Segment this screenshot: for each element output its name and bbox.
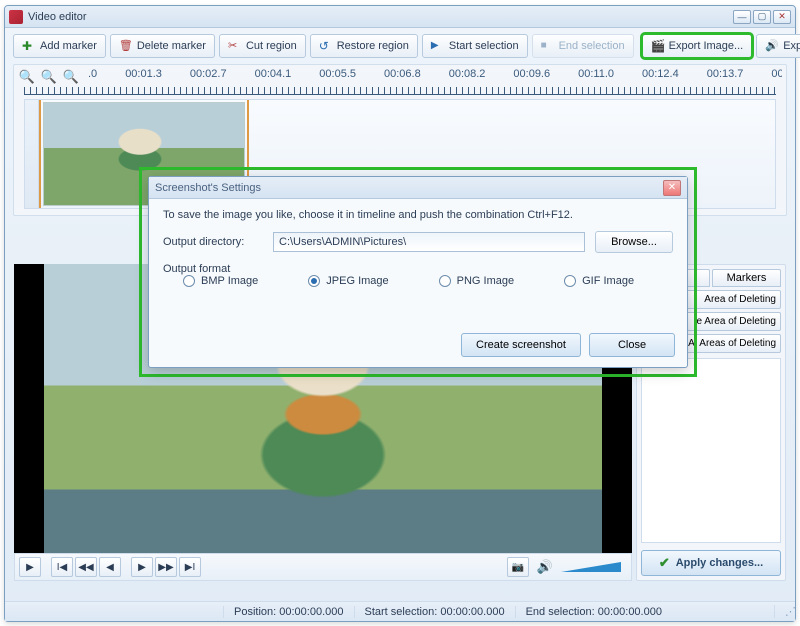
main-toolbar: Add marker Delete marker Cut region Rest… [5, 28, 795, 62]
player-controls: ▶ I◀ ◀◀ ◀ ▶ ▶▶ ▶I 📷 [14, 553, 632, 581]
maximize-button[interactable]: ▢ [753, 10, 771, 24]
step-forward-button[interactable]: ▶ [131, 557, 153, 577]
status-end-selection: End selection: 00:00:00.000 [515, 606, 672, 618]
export-image-button[interactable]: Export Image... [642, 34, 753, 58]
minimize-button[interactable]: — [733, 10, 751, 24]
create-screenshot-button[interactable]: Create screenshot [461, 333, 581, 357]
radio-icon [183, 275, 195, 287]
play-icon [431, 39, 445, 53]
film-icon [651, 39, 665, 53]
resize-grip[interactable]: ⋰ [774, 605, 795, 618]
status-bar: Position: 00:00:00.000 Start selection: … [5, 601, 795, 621]
dialog-title: Screenshot's Settings [155, 182, 261, 194]
tick-label: 00:04.1 [255, 68, 292, 80]
output-format-label: Output format [163, 263, 673, 275]
add-marker-button[interactable]: Add marker [13, 34, 106, 58]
export-audio-button[interactable]: Export Audio... [756, 34, 800, 58]
tick-label: 00:12.4 [642, 68, 679, 80]
dialog-hint: To save the image you like, choose it in… [163, 209, 673, 221]
scissors-icon [228, 39, 242, 53]
tab-markers[interactable]: Markers [712, 269, 781, 287]
tick-label: 00:05.5 [319, 68, 356, 80]
radio-icon [564, 275, 576, 287]
restore-region-label: Restore region [337, 40, 409, 52]
tick-label: 00:08.2 [449, 68, 486, 80]
radio-icon [308, 275, 320, 287]
play-button[interactable]: ▶ [19, 557, 41, 577]
speaker-icon [765, 39, 779, 53]
format-jpeg-radio[interactable]: JPEG Image [308, 275, 388, 287]
time-ruler[interactable]: .0 00:01.3 00:02.7 00:04.1 00:05.5 00:06… [88, 68, 782, 86]
screenshot-settings-dialog: Screenshot's Settings ✕ To save the imag… [148, 176, 688, 368]
status-position: Position: 00:00:00.000 [223, 606, 354, 618]
window-title: Video editor [28, 11, 87, 23]
volume-bar[interactable] [561, 562, 621, 572]
delete-marker-button[interactable]: Delete marker [110, 34, 215, 58]
tick-label: .0 [88, 68, 97, 80]
output-directory-input[interactable]: C:\Users\ADMIN\Pictures\ [273, 232, 585, 252]
tick-label: 00:15.1 [771, 68, 782, 80]
goto-start-button[interactable]: I◀ [51, 557, 73, 577]
status-start-selection: Start selection: 00:00:00.000 [354, 606, 515, 618]
start-selection-label: Start selection [449, 40, 519, 52]
step-back-button[interactable]: ◀ [99, 557, 121, 577]
dialog-close-button[interactable]: ✕ [663, 180, 681, 196]
zoom-fit-button[interactable]: 🔍 [62, 68, 80, 86]
restore-region-button[interactable]: Restore region [310, 34, 418, 58]
apply-label: Apply changes... [676, 557, 763, 569]
end-selection-button: End selection [532, 34, 634, 58]
track-header[interactable] [25, 100, 39, 208]
stop-icon [541, 39, 555, 53]
cut-region-label: Cut region [246, 40, 297, 52]
tick-label: 00:06.8 [384, 68, 421, 80]
trash-icon [119, 39, 133, 53]
output-directory-label: Output directory: [163, 236, 263, 248]
export-audio-label: Export Audio... [783, 40, 800, 52]
titlebar[interactable]: Video editor — ▢ ✕ [5, 6, 795, 28]
tick-label: 00:01.3 [125, 68, 162, 80]
snapshot-button[interactable]: 📷 [507, 557, 529, 577]
cut-region-button[interactable]: Cut region [219, 34, 306, 58]
delete-marker-label: Delete marker [137, 40, 206, 52]
start-selection-button[interactable]: Start selection [422, 34, 528, 58]
format-bmp-radio[interactable]: BMP Image [183, 275, 258, 287]
format-png-radio[interactable]: PNG Image [439, 275, 514, 287]
areas-list[interactable] [641, 358, 781, 543]
dialog-close-action-button[interactable]: Close [589, 333, 675, 357]
tick-label: 00:09.6 [513, 68, 550, 80]
fast-forward-button[interactable]: ▶▶ [155, 557, 177, 577]
zoom-out-button[interactable]: 🔍 [40, 68, 58, 86]
tick-label: 00:13.7 [707, 68, 744, 80]
ruler-ticks [24, 87, 776, 95]
tick-label: 00:11.0 [578, 68, 614, 80]
restore-icon [319, 39, 333, 53]
export-image-label: Export Image... [669, 40, 744, 52]
tick-label: 00:02.7 [190, 68, 227, 80]
goto-end-button[interactable]: ▶I [179, 557, 201, 577]
dialog-titlebar[interactable]: Screenshot's Settings ✕ [149, 177, 687, 199]
app-icon [9, 10, 23, 24]
add-marker-label: Add marker [40, 40, 97, 52]
end-selection-label: End selection [559, 40, 625, 52]
rewind-button[interactable]: ◀◀ [75, 557, 97, 577]
volume-icon[interactable] [531, 559, 553, 575]
radio-icon [439, 275, 451, 287]
close-button[interactable]: ✕ [773, 10, 791, 24]
zoom-in-button[interactable]: 🔍 [18, 68, 36, 86]
format-gif-radio[interactable]: GIF Image [564, 275, 634, 287]
browse-button[interactable]: Browse... [595, 231, 673, 253]
screenshot-dialog-highlight: Screenshot's Settings ✕ To save the imag… [142, 170, 694, 374]
plus-icon [22, 39, 36, 53]
apply-changes-button[interactable]: Apply changes... [641, 550, 781, 576]
